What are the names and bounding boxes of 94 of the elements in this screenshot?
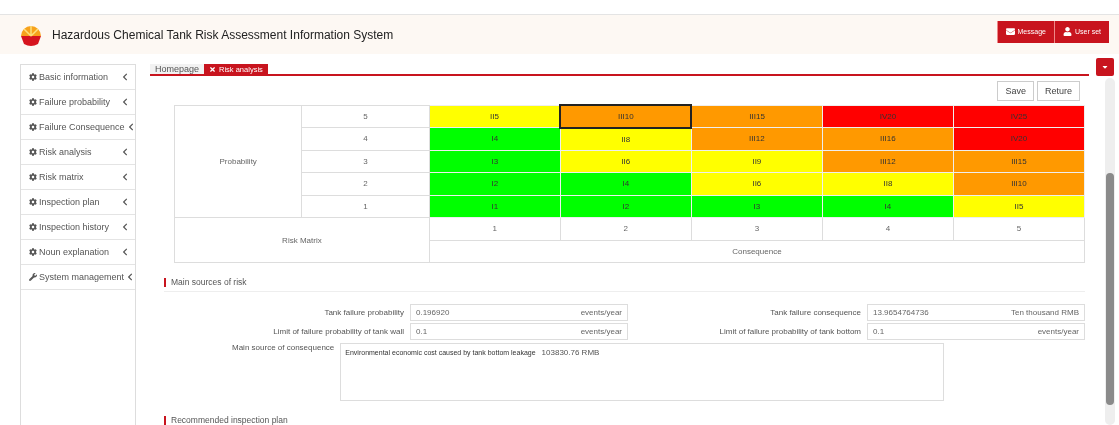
risk-cell[interactable]: II8 bbox=[822, 172, 954, 195]
field-label: Tank failure consequence bbox=[769, 308, 861, 317]
consequence-cell: 4 bbox=[822, 217, 954, 240]
input-field[interactable]: 0.196920 events/year bbox=[410, 304, 628, 321]
sidebar-label: System management bbox=[39, 272, 125, 282]
risk-cell[interactable]: II6 bbox=[691, 172, 823, 195]
input-field[interactable]: 0.1 events/year bbox=[867, 323, 1085, 340]
risk-cell[interactable]: I3 bbox=[429, 150, 561, 173]
tab[interactable]: Homepage bbox=[150, 64, 205, 74]
scrollbar[interactable] bbox=[1105, 78, 1115, 425]
input-field[interactable]: 0.1 events/year bbox=[410, 323, 628, 340]
chevron-icon bbox=[121, 248, 129, 256]
gear-icon bbox=[29, 248, 37, 256]
field-label: Tank failure probability bbox=[323, 308, 404, 317]
dropdown-button[interactable] bbox=[1096, 58, 1114, 76]
user-icon bbox=[1062, 27, 1072, 36]
caret-icon bbox=[1101, 63, 1109, 71]
risk-cell[interactable]: III15 bbox=[691, 105, 823, 128]
chevron-icon bbox=[121, 73, 129, 81]
return-button[interactable]: Reture bbox=[1037, 81, 1080, 101]
sidebar-label: Risk analysis bbox=[39, 147, 93, 157]
field-label: Limit of failure probability of tank wall bbox=[272, 327, 404, 336]
row-header: Probability bbox=[174, 105, 302, 218]
gear-icon bbox=[29, 123, 37, 131]
gear-icon bbox=[29, 98, 37, 106]
gear-icon bbox=[29, 173, 37, 181]
sidebar-label: Failure Consequence bbox=[39, 122, 125, 132]
section-title: Recommended inspection plan bbox=[171, 415, 288, 425]
risk-cell[interactable]: III12 bbox=[691, 127, 823, 150]
sidebar-item[interactable]: Inspection plan bbox=[21, 190, 135, 215]
mail-icon bbox=[1005, 27, 1015, 36]
app-title: Hazardous Chemical Tank Risk Assessment Information System bbox=[52, 27, 395, 42]
sidebar-item[interactable]: Failure Consequence bbox=[21, 115, 135, 140]
probability-cell: 5 bbox=[301, 105, 430, 128]
sidebar-item[interactable]: System management bbox=[21, 265, 135, 290]
sidebar-item[interactable]: Failure probability bbox=[21, 90, 135, 115]
chevron-icon bbox=[126, 123, 135, 131]
risk-cell[interactable]: I4 bbox=[429, 127, 561, 150]
risk-cell[interactable]: III12 bbox=[822, 150, 954, 173]
close-icon bbox=[209, 65, 217, 73]
sidebar-item[interactable]: Basic information bbox=[21, 65, 135, 90]
gear-icon bbox=[29, 73, 37, 81]
sidebar-label: Failure probability bbox=[39, 97, 112, 107]
chevron-icon bbox=[121, 173, 129, 181]
column-header: Consequence bbox=[429, 240, 1085, 263]
section-title: Main sources of risk bbox=[171, 277, 247, 287]
risk-cell[interactable]: III10 bbox=[953, 172, 1085, 195]
corner-cell: Risk Matrix bbox=[174, 217, 430, 263]
input-field[interactable]: 13.9654764736 Ten thousand RMB bbox=[867, 304, 1085, 321]
risk-cell[interactable]: II5 bbox=[429, 105, 561, 128]
risk-cell[interactable]: II6 bbox=[560, 150, 692, 173]
sidebar-item[interactable]: Risk matrix bbox=[21, 165, 135, 190]
risk-cell[interactable]: I4 bbox=[560, 172, 692, 195]
risk-cell[interactable]: II9 bbox=[691, 150, 823, 173]
sidebar-item[interactable]: Risk analysis bbox=[21, 140, 135, 165]
risk-cell[interactable]: III16 bbox=[822, 127, 954, 150]
gear-icon bbox=[29, 223, 37, 231]
consequence-cell: 5 bbox=[953, 217, 1085, 240]
sidebar-label: Noun explanation bbox=[39, 247, 111, 257]
risk-cell[interactable]: II5 bbox=[953, 195, 1085, 218]
gear-icon bbox=[29, 148, 37, 156]
gear-icon bbox=[29, 198, 37, 206]
sidebar-item[interactable]: Inspection history bbox=[21, 215, 135, 240]
risk-cell[interactable]: I3 bbox=[691, 195, 823, 218]
chevron-icon bbox=[126, 273, 135, 281]
scrollbar-thumb[interactable] bbox=[1106, 173, 1114, 405]
consequence-cell: 1 bbox=[429, 217, 561, 240]
field-label: Limit of failure probability of tank bottom bbox=[718, 327, 861, 336]
sidebar-label: Basic information bbox=[39, 72, 110, 82]
risk-cell[interactable]: II8 bbox=[560, 127, 692, 150]
sidebar-label: Inspection plan bbox=[39, 197, 101, 207]
risk-cell[interactable]: III15 bbox=[953, 150, 1085, 173]
save-button[interactable]: Save bbox=[997, 81, 1034, 101]
risk-cell[interactable]: I1 bbox=[429, 195, 561, 218]
sidebar-label: Risk matrix bbox=[39, 172, 85, 182]
probability-cell: 3 bbox=[301, 150, 430, 173]
risk-cell[interactable]: I4 bbox=[822, 195, 954, 218]
probability-cell: 2 bbox=[301, 172, 430, 195]
chevron-icon bbox=[121, 148, 129, 156]
risk-cell[interactable]: I2 bbox=[560, 195, 692, 218]
probability-cell: 4 bbox=[301, 127, 430, 150]
consequence-cell: 2 bbox=[560, 217, 692, 240]
risk-cell[interactable]: I2 bbox=[429, 172, 561, 195]
consequence-cell: 3 bbox=[691, 217, 823, 240]
chevron-icon bbox=[121, 198, 129, 206]
wrench-icon bbox=[29, 273, 37, 281]
chevron-icon bbox=[121, 98, 129, 106]
consequence-amount: 103830.76 RMB bbox=[541, 348, 600, 357]
field-label: Main source of consequence bbox=[232, 343, 335, 354]
probability-cell: 1 bbox=[301, 195, 430, 218]
sidebar-label: Inspection history bbox=[39, 222, 111, 232]
risk-cell[interactable]: III10 bbox=[560, 105, 692, 128]
sidebar-item[interactable]: Noun explanation bbox=[21, 240, 135, 265]
chevron-icon bbox=[121, 223, 129, 231]
